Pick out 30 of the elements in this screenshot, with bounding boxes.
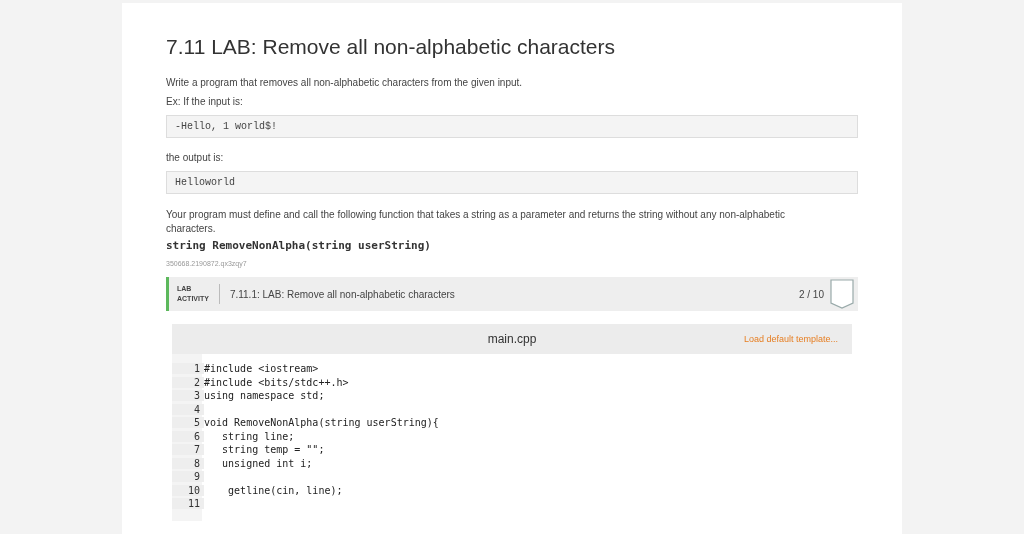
code-line[interactable]: getline(cin, line); <box>204 484 343 496</box>
completion-badge-icon <box>830 279 854 309</box>
example-output: Helloworld <box>166 171 858 194</box>
description-text: Your program must define and call the following function that takes a string as a parameter and returns the string without any non-alphabetic characters. <box>166 208 786 236</box>
line-number: 1 <box>172 363 204 375</box>
code-line[interactable]: using namespace std; <box>204 390 325 402</box>
score-text: 2 / 10 <box>798 288 824 300</box>
line-number: 7 <box>172 444 204 456</box>
code-line[interactable]: unsigned int i; <box>204 457 313 469</box>
code-line[interactable]: void RemoveNonAlpha(string userString){ <box>204 417 439 429</box>
activity-title: 7.11.1: LAB: Remove all non-alphabetic characters <box>229 288 456 300</box>
line-number: 5 <box>172 417 204 429</box>
file-name: main.cpp <box>487 332 537 346</box>
line-number: 4 <box>172 403 204 415</box>
line-number: 3 <box>172 390 204 402</box>
code-line[interactable]: #include <iostream> <box>204 363 319 375</box>
line-number: 6 <box>172 430 204 442</box>
line-number: 10 <box>172 484 204 496</box>
code-line[interactable]: string line; <box>204 430 295 442</box>
line-number: 9 <box>172 471 204 483</box>
line-number: 11 <box>172 498 204 510</box>
lab-title: 7.11 LAB: Remove all non-alphabetic characters <box>166 35 617 59</box>
line-number: 8 <box>172 457 204 469</box>
code-line[interactable]: #include <bits/stdc++.h> <box>204 376 349 388</box>
example-label: Ex: If the input is: <box>166 96 244 107</box>
function-signature: string RemoveNonAlpha(string userString) <box>166 239 432 252</box>
line-number: 2 <box>172 376 204 388</box>
output-label: the output is: <box>166 152 225 163</box>
intro-text: Write a program that removes all non-alphabetic characters from the given input. <box>166 77 524 88</box>
code-line[interactable]: string temp = ""; <box>204 444 325 456</box>
